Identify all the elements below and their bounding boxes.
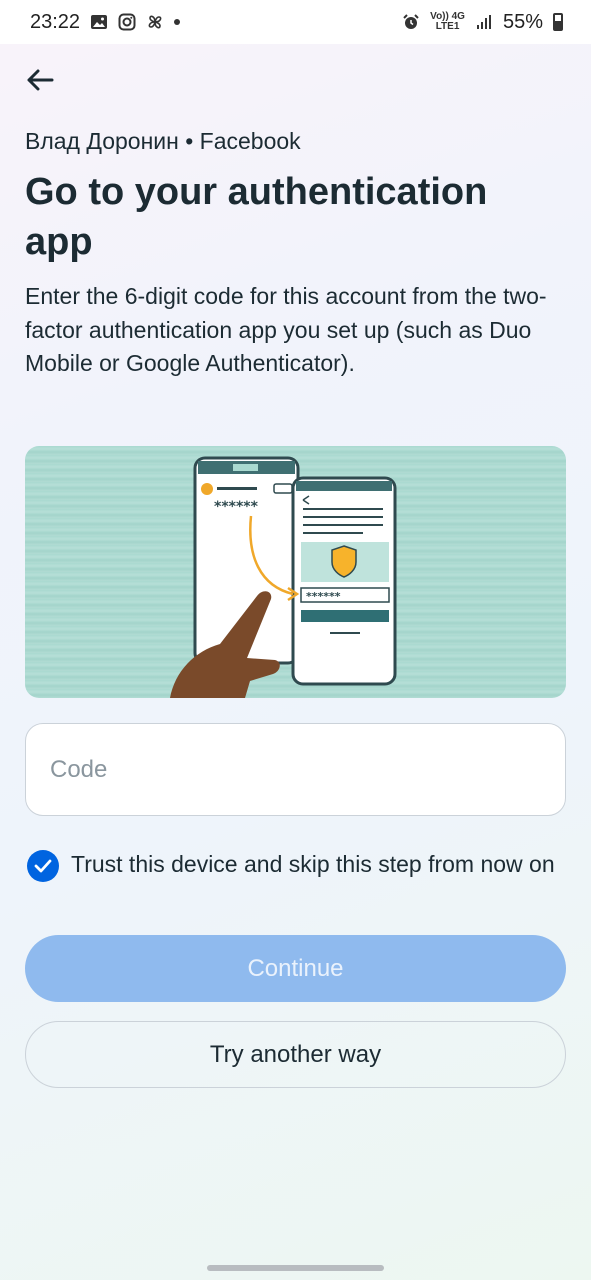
back-button[interactable] xyxy=(22,62,58,98)
notification-dot xyxy=(174,19,181,25)
right-code-mask: ****** xyxy=(306,590,341,603)
authenticator-illustration: ****** ****** xyxy=(25,446,566,698)
home-indicator[interactable] xyxy=(207,1265,384,1271)
check-icon xyxy=(34,859,52,873)
trust-label: Trust this device and skip this step fro… xyxy=(71,851,555,877)
instagram-icon xyxy=(118,13,136,31)
signal-icon xyxy=(476,15,491,29)
trust-checkbox[interactable] xyxy=(27,850,59,882)
status-bar: 23:22 Vo)) 4G LTE1 55% xyxy=(0,0,591,44)
left-code-mask: ****** xyxy=(214,499,259,515)
status-time: 23:22 xyxy=(30,10,81,33)
gallery-icon xyxy=(91,15,108,29)
battery-icon xyxy=(553,13,563,31)
status-right: Vo)) 4G LTE1 55% xyxy=(402,11,563,34)
try-another-way-button[interactable]: Try another way xyxy=(25,1021,566,1088)
status-left: 23:22 xyxy=(30,10,181,34)
trust-device-toggle[interactable]: Trust this device and skip this step fro… xyxy=(27,848,567,882)
battery-percent: 55% xyxy=(502,10,543,33)
account-line: Влад Доронин • Facebook xyxy=(25,128,301,154)
alarm-icon xyxy=(403,14,419,29)
network-indicator: Vo)) 4G LTE1 xyxy=(430,12,465,32)
arrow-left-icon xyxy=(27,69,54,91)
page-title: Go to your authentication app xyxy=(25,171,488,263)
illustration-graphic: ****** ****** xyxy=(170,456,397,698)
pinwheel-icon xyxy=(148,15,162,29)
code-input[interactable] xyxy=(25,723,566,816)
network-bottom: LTE1 xyxy=(435,21,460,32)
page-description: Enter the 6-digit code for this account … xyxy=(25,283,547,376)
continue-button[interactable]: Continue xyxy=(25,935,566,1002)
